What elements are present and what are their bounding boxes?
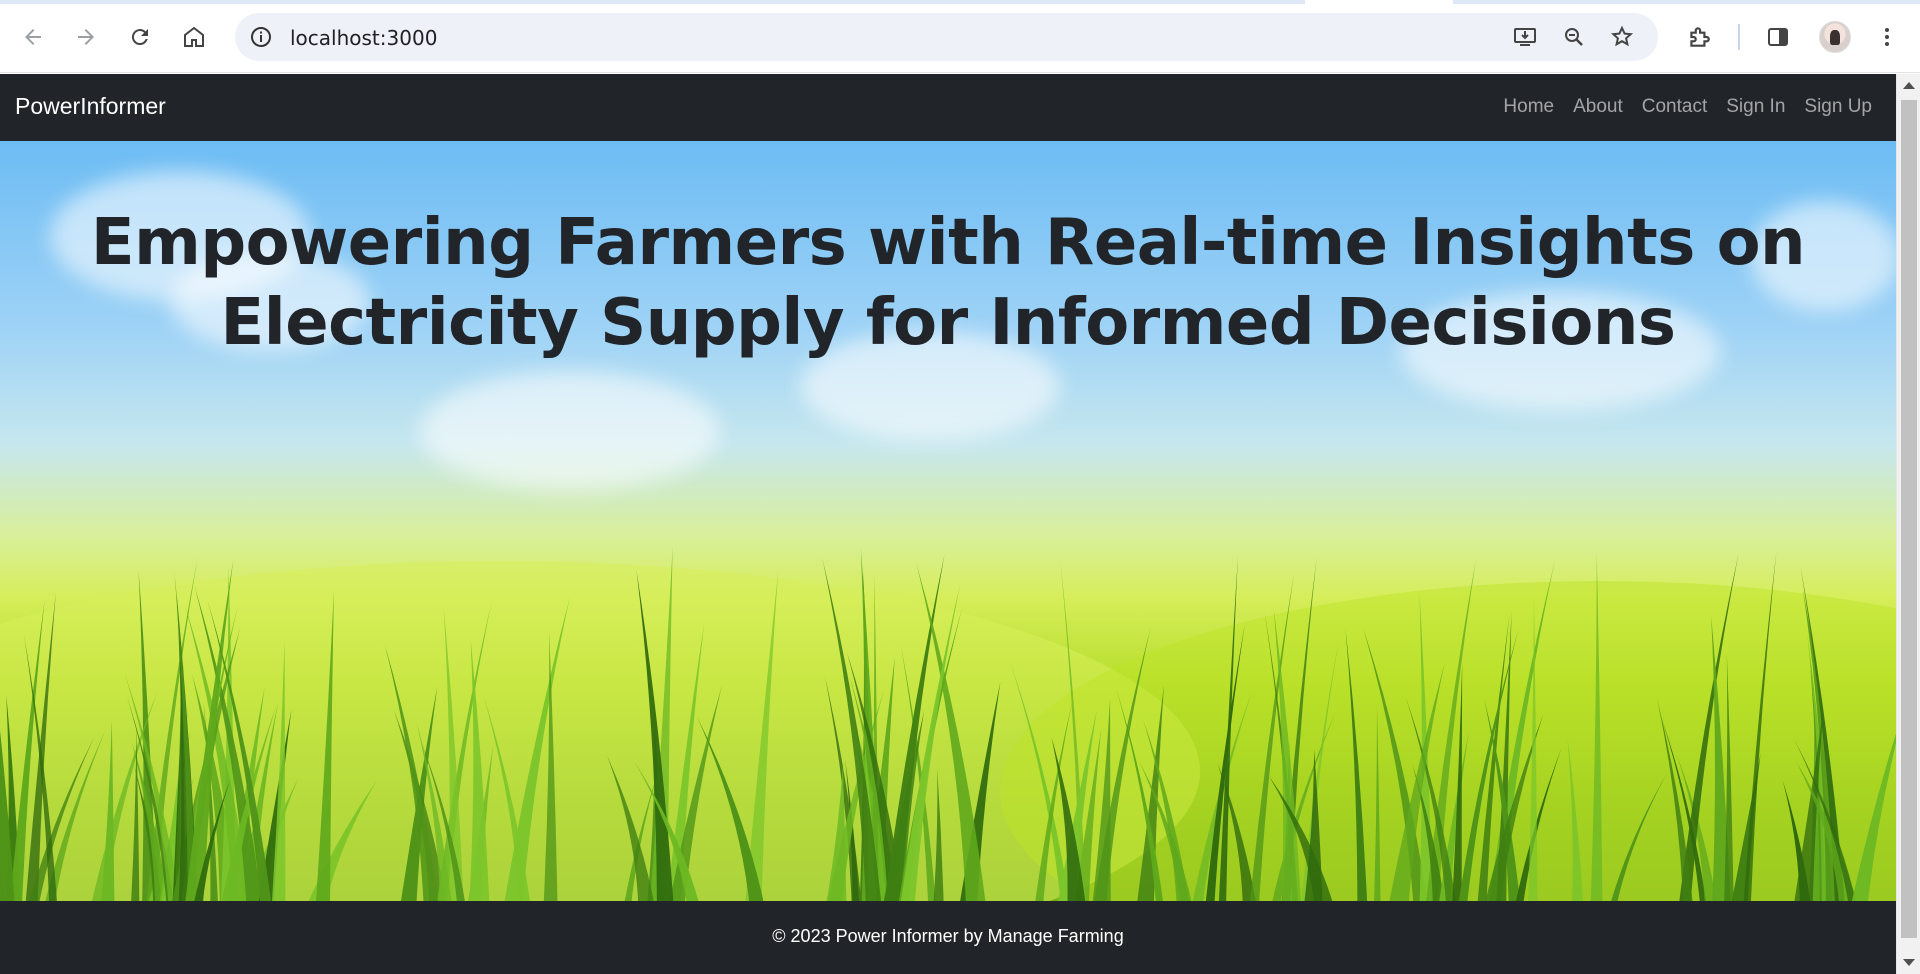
profile-avatar[interactable] <box>1819 21 1851 53</box>
grass-blade <box>1657 698 1693 901</box>
hero-section: Empowering Farmers with Real-time Insigh… <box>0 141 1896 901</box>
navbar: PowerInformer Home About Contact Sign In… <box>0 74 1896 141</box>
nav-sign-in-link[interactable]: Sign In <box>1726 96 1785 118</box>
grass-blade <box>1092 699 1111 901</box>
extensions-icon[interactable] <box>1685 23 1713 51</box>
toolbar-divider <box>1738 24 1740 50</box>
grass-blade <box>826 762 847 901</box>
scroll-down-arrow[interactable] <box>1903 959 1915 966</box>
hero-title: Empowering Farmers with Real-time Insigh… <box>90 206 1806 360</box>
address-bar[interactable]: localhost:3000 <box>235 13 1658 61</box>
grass-blade <box>1345 627 1368 901</box>
grass-blade <box>1851 733 1896 901</box>
forward-icon[interactable] <box>69 20 103 54</box>
grass-blade <box>1374 704 1381 901</box>
grass-blade <box>1515 748 1562 901</box>
grass-blade <box>1567 738 1583 901</box>
scrollbar-thumb[interactable] <box>1901 100 1917 938</box>
side-panel-icon[interactable] <box>1764 23 1792 51</box>
nav-about-link[interactable]: About <box>1573 96 1623 118</box>
nav-contact-link[interactable]: Contact <box>1642 96 1707 118</box>
grass-blade <box>543 632 558 901</box>
zoom-icon[interactable] <box>1562 25 1586 49</box>
info-icon[interactable] <box>249 25 273 49</box>
tab-strip-edge <box>0 0 1920 4</box>
nav-sign-up-link[interactable]: Sign Up <box>1804 96 1872 118</box>
grass-blade <box>1362 627 1427 901</box>
grass-blade <box>1590 552 1603 901</box>
grass-blade <box>1724 653 1734 901</box>
grass-blade <box>669 684 723 901</box>
install-icon[interactable] <box>1513 25 1537 49</box>
url-text[interactable]: localhost:3000 <box>290 26 437 50</box>
grass-blade <box>504 597 570 901</box>
footer-copyright: © 2023 Power Informer by Manage Farming <box>772 926 1124 946</box>
nav-links: Home About Contact Sign In Sign Up <box>1503 96 1872 118</box>
grass-blade <box>483 696 530 901</box>
vertical-scrollbar[interactable] <box>1896 74 1920 974</box>
grass-blade <box>316 589 334 901</box>
grass-blade <box>469 638 490 901</box>
footer: © 2023 Power Informer by Manage Farming <box>0 901 1896 974</box>
menu-icon[interactable] <box>1873 23 1901 51</box>
page-viewport: PowerInformer Home About Contact Sign In… <box>0 74 1896 974</box>
nav-home-link[interactable]: Home <box>1503 96 1554 118</box>
browser-toolbar: localhost:3000 <box>0 0 1920 73</box>
scroll-up-arrow[interactable] <box>1903 82 1915 89</box>
back-icon[interactable] <box>16 20 50 54</box>
bookmark-star-icon[interactable] <box>1610 25 1634 49</box>
home-icon[interactable] <box>177 20 211 54</box>
grass-blade <box>1743 551 1777 901</box>
reload-icon[interactable] <box>123 20 157 54</box>
grass-blade <box>1218 555 1238 901</box>
grass-blade <box>933 768 944 901</box>
brand-link[interactable]: PowerInformer <box>15 93 166 120</box>
grass-blade <box>1611 773 1667 901</box>
